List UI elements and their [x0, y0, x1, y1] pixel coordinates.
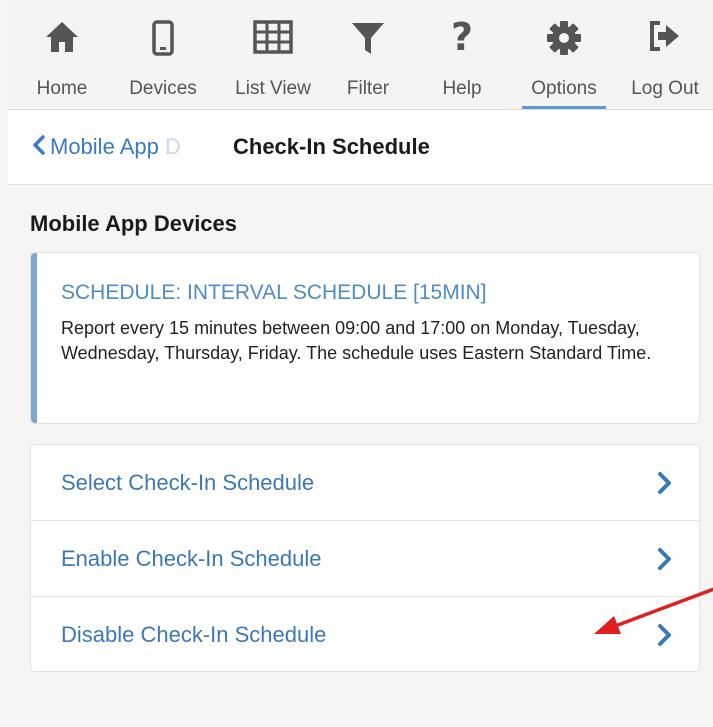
- active-tab-indicator: [522, 106, 606, 109]
- svg-text:?: ?: [451, 16, 473, 54]
- question-icon: ?: [448, 15, 476, 59]
- chevron-right-icon: [657, 471, 673, 500]
- page-header: Mobile App D Check-In Schedule: [8, 110, 713, 185]
- schedule-card: SCHEDULE: INTERVAL SCHEDULE [15MIN] Repo…: [30, 252, 700, 424]
- toolbar-options-label: Options: [531, 78, 597, 99]
- home-icon: [44, 20, 80, 59]
- disable-schedule-label: Disable Check-In Schedule: [61, 622, 327, 647]
- toolbar-devices[interactable]: Devices: [118, 16, 208, 106]
- enable-schedule-label: Enable Check-In Schedule: [61, 546, 322, 571]
- toolbar-filter[interactable]: Filter: [336, 16, 400, 106]
- toolbar-list-view[interactable]: List View: [218, 16, 328, 106]
- back-link-truncated: D: [164, 134, 181, 159]
- filter-icon: [350, 20, 386, 61]
- toolbar-help[interactable]: ? Help: [432, 15, 492, 106]
- schedule-title: SCHEDULE: INTERVAL SCHEDULE [15MIN]: [61, 281, 487, 304]
- chevron-left-icon: [32, 135, 46, 161]
- phone-icon: [151, 20, 175, 61]
- top-toolbar: Home Devices List View Filter ? Help Opt…: [8, 0, 713, 110]
- toolbar-list-view-label: List View: [235, 78, 311, 99]
- disable-schedule-item[interactable]: Disable Check-In Schedule: [31, 596, 699, 672]
- toolbar-devices-label: Devices: [129, 78, 197, 99]
- section-title: Mobile App Devices: [30, 211, 238, 236]
- enable-schedule-item[interactable]: Enable Check-In Schedule: [31, 520, 699, 596]
- app-root: Home Devices List View Filter ? Help Opt…: [8, 0, 713, 727]
- select-schedule-item[interactable]: Select Check-In Schedule: [31, 445, 699, 520]
- logout-icon: [648, 20, 682, 57]
- schedule-description: Report every 15 minutes between 09:00 an…: [61, 318, 652, 363]
- select-schedule-label: Select Check-In Schedule: [61, 470, 315, 495]
- toolbar-options[interactable]: Options: [514, 16, 614, 109]
- grid-icon: [253, 20, 293, 59]
- toolbar-log-out-label: Log Out: [631, 78, 699, 99]
- toolbar-help-label: Help: [442, 78, 482, 99]
- page-title: Check-In Schedule: [233, 134, 430, 159]
- card-accent-bar: [31, 253, 37, 423]
- toolbar-log-out[interactable]: Log Out: [617, 16, 713, 106]
- back-link-label: Mobile App: [50, 134, 159, 159]
- toolbar-home[interactable]: Home: [22, 16, 102, 106]
- action-list: Select Check-In Schedule Enable Check-In…: [30, 444, 700, 672]
- chevron-right-icon: [657, 623, 673, 652]
- chevron-right-icon: [657, 547, 673, 576]
- gear-icon: [546, 20, 582, 61]
- toolbar-filter-label: Filter: [346, 78, 390, 99]
- back-link[interactable]: Mobile App D: [32, 134, 202, 161]
- toolbar-home-label: Home: [36, 78, 88, 99]
